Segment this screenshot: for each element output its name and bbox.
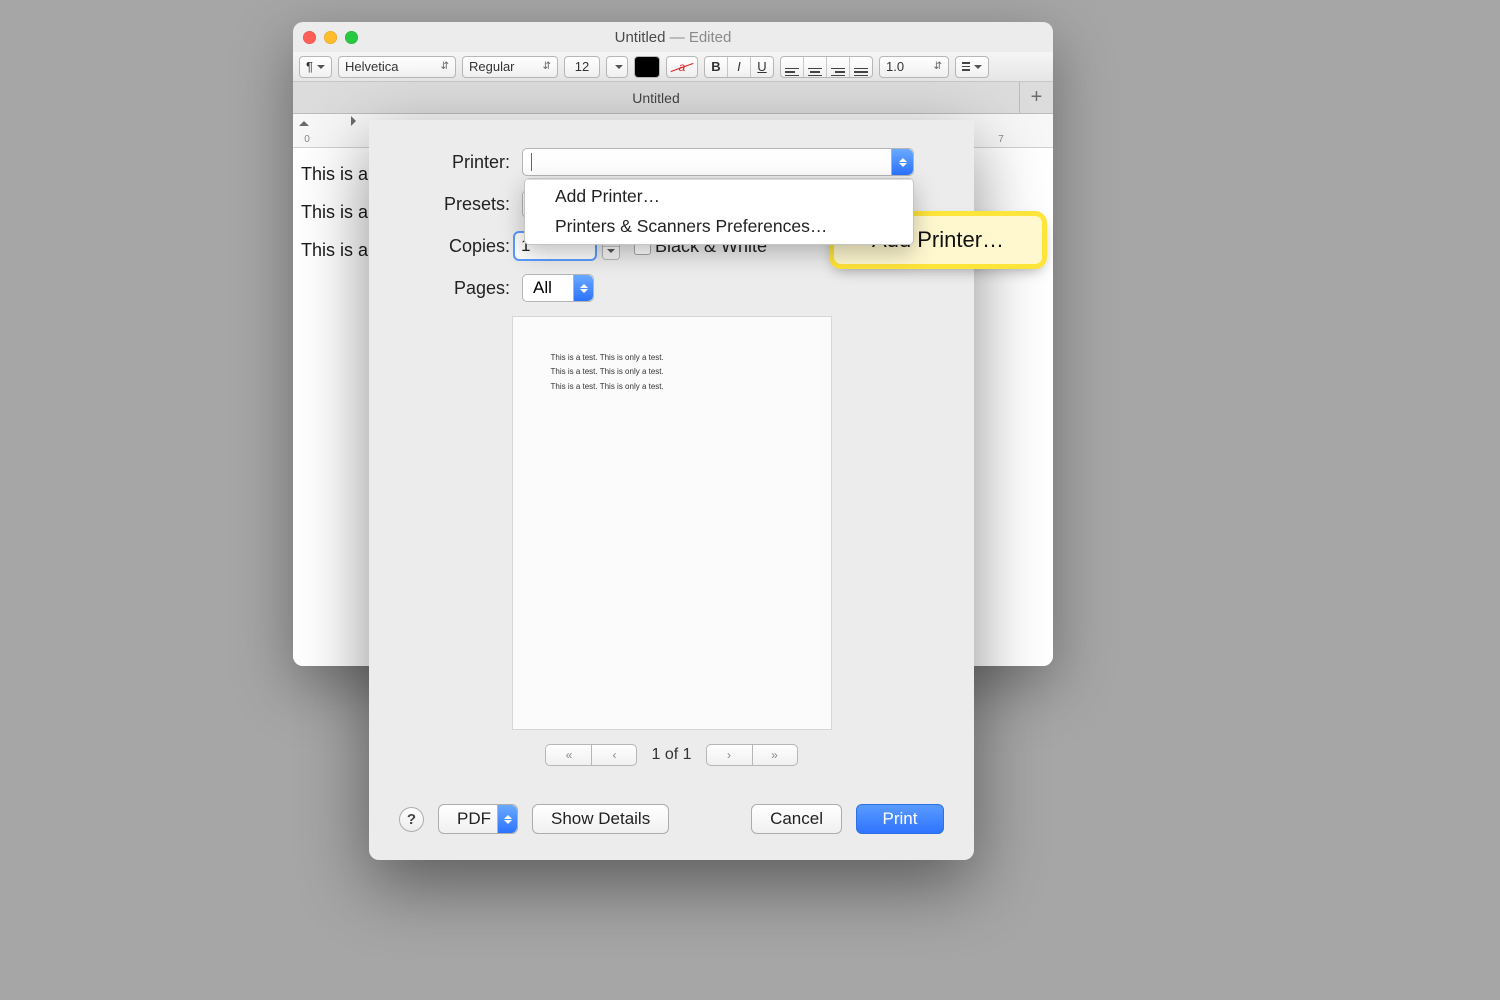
printer-dropdown-menu: Add Printer… Printers & Scanners Prefere… (524, 178, 914, 245)
new-tab-button[interactable]: + (1019, 82, 1053, 113)
last-page-button[interactable]: » (752, 744, 798, 766)
presets-label: Presets: (404, 194, 510, 215)
align-right-button[interactable] (827, 57, 849, 76)
printer-label: Printer: (404, 152, 510, 173)
document-tab[interactable]: Untitled (293, 82, 1019, 113)
text-style-segment: B I U (704, 56, 774, 78)
title-main: Untitled (615, 29, 666, 46)
tabstrip: Untitled + (293, 82, 1053, 114)
window-title: Untitled — Edited (293, 29, 1053, 46)
preview-page: This is a test. This is only a test. Thi… (512, 316, 832, 730)
chevron-down-icon (607, 249, 615, 257)
align-left-button[interactable] (781, 57, 803, 76)
chevron-updown-icon[interactable] (573, 275, 593, 301)
ruler-tick-7: 7 (998, 134, 1004, 145)
list-style-menu[interactable] (955, 56, 989, 78)
printer-popup[interactable] (522, 148, 914, 176)
font-size-field[interactable]: 12 (564, 56, 600, 78)
highlight-color-swatch[interactable] (666, 56, 698, 78)
bold-button[interactable]: B (705, 59, 727, 75)
format-toolbar: ¶ Helvetica Regular 12 B I U 1.0 (293, 52, 1053, 82)
ruler-tick-0: 0 (304, 134, 310, 145)
chevron-updown-icon[interactable] (891, 149, 913, 175)
preview-pager: « ‹ 1 of 1 › » (545, 744, 797, 766)
pages-popup[interactable]: All (522, 274, 594, 302)
cancel-button[interactable]: Cancel (751, 804, 842, 834)
text-cursor-icon (531, 153, 532, 171)
next-page-button[interactable]: › (706, 744, 752, 766)
alignment-segment (780, 56, 873, 78)
font-family-select[interactable]: Helvetica (338, 56, 456, 78)
preview-line: This is a test. This is only a test. (551, 351, 793, 365)
underline-button[interactable]: U (751, 59, 773, 75)
align-justify-button[interactable] (850, 57, 872, 76)
dialog-buttons: ? PDF Show Details Cancel Print (369, 790, 974, 860)
font-style-select[interactable]: Regular (462, 56, 558, 78)
text-color-swatch[interactable] (634, 56, 660, 78)
titlebar: Untitled — Edited (293, 22, 1053, 52)
pdf-menu-button[interactable]: PDF (438, 804, 518, 834)
menu-item-add-printer[interactable]: Add Printer… (525, 182, 913, 212)
pages-label: Pages: (404, 278, 510, 299)
prev-page-button[interactable]: ‹ (591, 744, 637, 766)
first-page-button[interactable]: « (545, 744, 591, 766)
font-size-stepper[interactable] (606, 56, 628, 78)
title-suffix: — Edited (665, 29, 731, 46)
printer-row: Printer: Add Printer… Printers & Scanner… (404, 148, 939, 176)
copies-label: Copies: (404, 236, 510, 257)
indent-marker-icon[interactable] (351, 116, 361, 126)
preview-line: This is a test. This is only a test. (551, 365, 793, 379)
print-preview: This is a test. This is only a test. Thi… (369, 316, 974, 766)
preview-line: This is a test. This is only a test. (551, 380, 793, 394)
page-indicator: 1 of 1 (651, 746, 691, 764)
chevron-updown-icon[interactable] (497, 805, 517, 833)
help-button[interactable]: ? (399, 807, 424, 832)
show-details-button[interactable]: Show Details (532, 804, 669, 834)
menu-item-printers-preferences[interactable]: Printers & Scanners Preferences… (525, 212, 913, 242)
italic-button[interactable]: I (728, 59, 750, 75)
line-spacing-select[interactable]: 1.0 (879, 56, 949, 78)
print-dialog: Printer: Add Printer… Printers & Scanner… (369, 120, 974, 860)
tabstop-marker-icon[interactable] (299, 116, 309, 126)
align-center-button[interactable] (804, 57, 826, 76)
print-button[interactable]: Print (856, 804, 944, 834)
pages-row: Pages: All (404, 274, 939, 302)
paragraph-style-menu[interactable]: ¶ (299, 56, 332, 78)
